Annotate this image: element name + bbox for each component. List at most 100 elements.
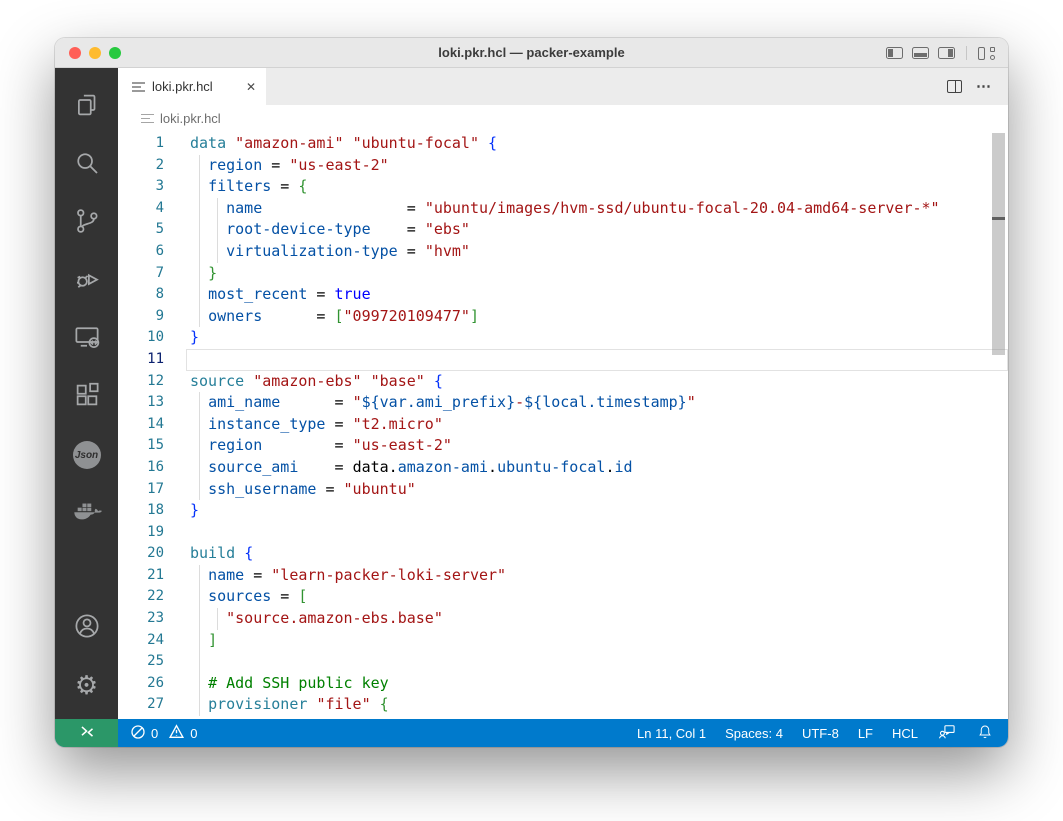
sidebar-item-explorer[interactable] <box>63 82 111 132</box>
editor-group: loki.pkr.hcl ✕ ⋯ loki.pkr.hcl 1 data "ama… <box>118 68 1008 719</box>
line-number[interactable]: 9 <box>118 306 190 328</box>
editor-scrollbar[interactable] <box>992 133 1005 355</box>
line-number[interactable]: 20 <box>118 543 190 565</box>
remote-explorer-icon <box>72 322 102 357</box>
code-line[interactable]: 16 source_ami = data.amazon-ami.ubuntu-f… <box>118 456 1008 479</box>
code-line[interactable]: 11 <box>118 348 1008 371</box>
line-number[interactable]: 15 <box>118 435 190 457</box>
line-number[interactable]: 1 <box>118 133 190 155</box>
line-number[interactable]: 12 <box>118 371 190 393</box>
code-line[interactable]: 9 owners = ["099720109477"] <box>118 305 1008 328</box>
code-line[interactable]: 21 name = "learn-packer-loki-server" <box>118 564 1008 587</box>
code-line[interactable]: 20 build { <box>118 543 1008 565</box>
toggle-primary-sidebar-icon[interactable] <box>886 47 903 59</box>
code-lines: 1 data "amazon-ami" "ubuntu-focal" {2 reg… <box>118 133 1008 717</box>
title-bar[interactable]: loki.pkr.hcl — packer-example <box>55 38 1008 68</box>
encoding[interactable]: UTF-8 <box>802 726 839 741</box>
code-line[interactable]: 5 root-device-type = "ebs" <box>118 219 1008 241</box>
code-line[interactable]: 24 ] <box>118 629 1008 652</box>
more-actions-icon[interactable]: ⋯ <box>976 79 992 94</box>
remote-indicator[interactable] <box>55 719 118 747</box>
customize-layout-icon[interactable] <box>978 46 996 60</box>
language-mode[interactable]: HCL <box>892 726 918 741</box>
line-number[interactable]: 17 <box>118 479 190 501</box>
code-line[interactable]: 22 sources = [ <box>118 586 1008 609</box>
zoom-window-button[interactable] <box>109 46 121 59</box>
code-text: ] <box>190 629 1008 652</box>
code-line[interactable]: 7 } <box>118 262 1008 285</box>
problems-indicator[interactable]: 0 0 <box>130 723 197 743</box>
code-line[interactable]: 15 region = "us-east-2" <box>118 435 1008 457</box>
indent-guide <box>199 672 200 695</box>
line-number[interactable]: 13 <box>118 392 190 414</box>
line-number[interactable]: 27 <box>118 694 190 716</box>
sidebar-item-extensions[interactable] <box>63 372 111 422</box>
sidebar-item-json-extension[interactable]: Json <box>63 430 111 480</box>
line-number[interactable]: 25 <box>118 651 190 673</box>
code-line[interactable]: 17 ssh_username = "ubuntu" <box>118 478 1008 501</box>
code-line[interactable]: 27 provisioner "file" { <box>118 694 1008 717</box>
sidebar-item-remote-explorer[interactable] <box>63 314 111 364</box>
sidebar-item-search[interactable] <box>63 140 111 190</box>
sidebar-item-source-control[interactable] <box>63 198 111 248</box>
line-number[interactable]: 6 <box>118 241 190 263</box>
line-number[interactable]: 11 <box>118 349 190 371</box>
line-number[interactable]: 4 <box>118 198 190 220</box>
line-number[interactable]: 19 <box>118 522 190 544</box>
code-line[interactable]: 19 <box>118 522 1008 544</box>
line-number[interactable]: 14 <box>118 414 190 436</box>
code-line[interactable]: 6 virtualization-type = "hvm" <box>118 240 1008 263</box>
cursor-position[interactable]: Ln 11, Col 1 <box>637 726 706 741</box>
feedback-icon[interactable] <box>937 722 957 745</box>
line-number[interactable]: 7 <box>118 263 190 285</box>
eol-sequence[interactable]: LF <box>858 726 873 741</box>
code-line[interactable]: 3 filters = { <box>118 176 1008 198</box>
notifications-bell-icon[interactable] <box>976 723 994 744</box>
line-number[interactable]: 23 <box>118 608 190 630</box>
split-editor-icon[interactable] <box>947 80 962 93</box>
line-number[interactable]: 26 <box>118 673 190 695</box>
line-number[interactable]: 5 <box>118 219 190 241</box>
tab-label: loki.pkr.hcl <box>152 79 213 94</box>
code-text: filters = { <box>190 176 1008 198</box>
sidebar-item-docker[interactable] <box>63 488 111 538</box>
code-line[interactable]: 8 most_recent = true <box>118 284 1008 306</box>
line-number[interactable]: 16 <box>118 457 190 479</box>
line-number[interactable]: 18 <box>118 500 190 522</box>
code-line[interactable]: 1 data "amazon-ami" "ubuntu-focal" { <box>118 133 1008 155</box>
code-line[interactable]: 23 "source.amazon-ebs.base" <box>118 608 1008 630</box>
indent-guide <box>217 608 218 630</box>
accounts-button[interactable] <box>63 603 111 653</box>
line-number[interactable]: 21 <box>118 565 190 587</box>
breadcrumb[interactable]: loki.pkr.hcl <box>118 105 1008 131</box>
toggle-secondary-sidebar-icon[interactable] <box>938 47 955 59</box>
code-editor[interactable]: 1 data "amazon-ami" "ubuntu-focal" {2 reg… <box>118 131 1008 719</box>
code-line[interactable]: 25 <box>118 651 1008 673</box>
line-number[interactable]: 8 <box>118 284 190 306</box>
close-tab-icon[interactable]: ✕ <box>246 81 256 93</box>
settings-button[interactable]: ⚙ <box>63 661 111 711</box>
code-text: virtualization-type = "hvm" <box>190 240 1008 263</box>
tab-loki-pkr-hcl[interactable]: loki.pkr.hcl ✕ <box>118 68 266 105</box>
breadcrumb-item[interactable]: loki.pkr.hcl <box>160 111 221 126</box>
code-line[interactable]: 18} <box>118 500 1008 522</box>
code-line[interactable]: 2 region = "us-east-2" <box>118 154 1008 177</box>
line-number[interactable]: 22 <box>118 586 190 608</box>
code-line[interactable]: 12 source "amazon-ebs" "base" { <box>118 371 1008 393</box>
minimize-window-button[interactable] <box>89 46 101 59</box>
code-text: ssh_username = "ubuntu" <box>190 478 1008 501</box>
line-number[interactable]: 2 <box>118 155 190 177</box>
code-line[interactable]: 4 name = "ubuntu/images/hvm-ssd/ubuntu-f… <box>118 197 1008 220</box>
line-number[interactable]: 24 <box>118 630 190 652</box>
code-line[interactable]: 10} <box>118 327 1008 349</box>
code-line[interactable]: 13 ami_name = "${var.ami_prefix}-${local… <box>118 392 1008 414</box>
indentation[interactable]: Spaces: 4 <box>725 726 783 741</box>
sidebar-item-run-debug[interactable] <box>63 256 111 306</box>
line-number[interactable]: 3 <box>118 176 190 198</box>
close-window-button[interactable] <box>69 46 81 59</box>
code-text: region = "us-east-2" <box>190 154 1008 177</box>
code-line[interactable]: 14 instance_type = "t2.micro" <box>118 413 1008 436</box>
line-number[interactable]: 10 <box>118 327 190 349</box>
toggle-panel-icon[interactable] <box>912 47 929 59</box>
code-line[interactable]: 26 # Add SSH public key <box>118 672 1008 695</box>
